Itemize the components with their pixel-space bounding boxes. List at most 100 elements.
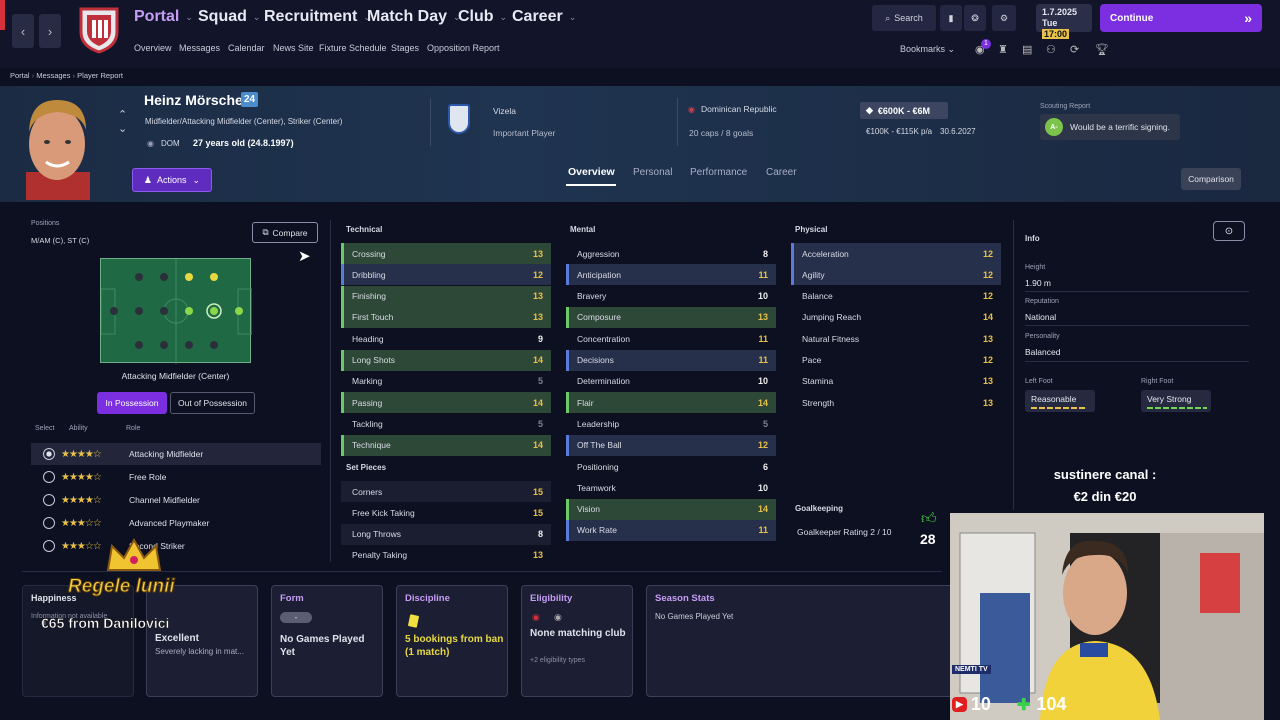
bookmark-toggle-button[interactable]: ▮ — [940, 5, 962, 31]
club-badge[interactable] — [448, 104, 470, 134]
role-radio[interactable] — [43, 517, 55, 529]
attribute-row-composure[interactable]: Composure 13 — [566, 306, 776, 328]
bookmarks-dropdown[interactable]: Bookmarks ⌄ — [900, 44, 955, 55]
submenu-overview[interactable]: Overview — [134, 43, 172, 53]
attribute-row-heading[interactable]: Heading 9 — [341, 328, 551, 349]
role-radio[interactable] — [43, 540, 55, 552]
attribute-row-work-rate[interactable]: Work Rate 11 — [566, 519, 776, 541]
attribute-row-jumping-reach[interactable]: Jumping Reach 14 — [791, 307, 1001, 328]
submenu-opposition-report[interactable]: Opposition Report — [427, 43, 500, 53]
submenu-stages[interactable]: Stages — [391, 43, 419, 53]
eligibility-panel[interactable]: Eligibility ◉ ◉ None matching club +2 el… — [521, 585, 633, 697]
form-panel[interactable]: Form - No Games Played Yet — [271, 585, 383, 697]
attribute-row-tackling[interactable]: Tackling 5 — [341, 413, 551, 434]
forward-button[interactable]: › — [39, 14, 61, 48]
clipboard-icon[interactable]: ▤ — [1022, 43, 1032, 56]
tactics-icon[interactable]: ⚇ — [1046, 43, 1056, 56]
role-radio[interactable] — [43, 471, 55, 483]
attribute-row-off-the-ball[interactable]: Off The Ball 12 — [566, 434, 776, 456]
tab-overview[interactable]: Overview — [568, 166, 615, 178]
attribute-row-passing[interactable]: Passing 14 — [341, 392, 551, 414]
attribute-row-balance[interactable]: Balance 12 — [791, 286, 1001, 307]
submenu-messages[interactable]: Messages — [179, 43, 220, 53]
season-stats-panel[interactable]: Season Stats No Games Played Yet — [646, 585, 956, 697]
attribute-row-concentration[interactable]: Concentration 11 — [566, 328, 776, 349]
attribute-row-first-touch[interactable]: First Touch 13 — [341, 306, 551, 328]
attribute-row-decisions[interactable]: Decisions 11 — [566, 349, 776, 371]
back-button[interactable]: ‹ — [12, 14, 34, 48]
breadcrumb-portal[interactable]: Portal — [10, 71, 30, 80]
attribute-row-finishing[interactable]: Finishing 13 — [341, 285, 551, 307]
attribute-row-teamwork[interactable]: Teamwork 10 — [566, 477, 776, 498]
attribute-row-vision[interactable]: Vision 14 — [566, 498, 776, 520]
tab-personal[interactable]: Personal — [633, 167, 672, 178]
menu-match-day[interactable]: Match Day ⌄ — [367, 8, 461, 26]
attribute-row-penalty-taking[interactable]: Penalty Taking 13 — [341, 545, 551, 566]
info-settings-button[interactable]: ⊙ — [1213, 221, 1245, 241]
attribute-row-stamina[interactable]: Stamina 13 — [791, 371, 1001, 392]
refresh-icon[interactable]: ⟳ — [1070, 43, 1079, 56]
messages-icon-button[interactable]: ◉ 1 — [975, 39, 991, 56]
role-radio[interactable] — [43, 448, 55, 460]
menu-career[interactable]: Career ⌄ — [512, 8, 576, 26]
role-row[interactable]: ★★★★☆ Free Role — [31, 466, 321, 488]
actions-button[interactable]: ♟ Actions ⌄ — [132, 168, 212, 192]
attribute-row-natural-fitness[interactable]: Natural Fitness 13 — [791, 328, 1001, 349]
attribute-row-long-throws[interactable]: Long Throws 8 — [341, 523, 551, 545]
search-button[interactable]: ⌕ Search — [872, 5, 936, 31]
role-row[interactable]: ★★★★☆ Channel Midfielder — [31, 489, 321, 511]
role-row[interactable]: ★★★☆☆ Advanced Playmaker — [31, 512, 321, 534]
role-row[interactable]: ★★★★☆ Attacking Midfielder — [31, 443, 321, 465]
attribute-row-strength[interactable]: Strength 13 — [791, 392, 1001, 413]
attribute-row-positioning[interactable]: Positioning 6 — [566, 456, 776, 477]
key-attribute-marker — [341, 306, 344, 328]
brain-button[interactable]: ❂ — [964, 5, 986, 31]
tab-performance[interactable]: Performance — [690, 167, 747, 178]
attribute-row-marking[interactable]: Marking 5 — [341, 371, 551, 392]
trophy-room-icon[interactable]: ♜ — [998, 43, 1008, 56]
attribute-row-leadership[interactable]: Leadership 5 — [566, 413, 776, 434]
attribute-row-pace[interactable]: Pace 12 — [791, 350, 1001, 371]
trophy-icon[interactable]: 🏆︎ — [1095, 43, 1109, 56]
attribute-row-long-shots[interactable]: Long Shots 14 — [341, 349, 551, 371]
continue-button[interactable]: Continue » — [1100, 4, 1262, 32]
submenu-fixture-schedule[interactable]: Fixture Schedule — [319, 43, 387, 53]
attribute-row-determination[interactable]: Determination 10 — [566, 371, 776, 392]
attribute-row-flair[interactable]: Flair 14 — [566, 392, 776, 414]
player-nationality[interactable]: Dominican Republic — [701, 104, 777, 114]
menu-portal[interactable]: Portal ⌄ — [134, 8, 193, 26]
menu-recruitment[interactable]: Recruitment ⌄ — [264, 8, 371, 26]
role-radio[interactable] — [43, 494, 55, 506]
player-club[interactable]: Vizela — [493, 106, 516, 116]
breadcrumb-messages[interactable]: Messages — [36, 71, 70, 80]
attribute-row-anticipation[interactable]: Anticipation 11 — [566, 264, 776, 286]
attribute-row-dribbling[interactable]: Dribbling 12 — [341, 264, 551, 286]
attribute-row-acceleration[interactable]: Acceleration 12 — [791, 243, 1001, 264]
previous-player-arrow[interactable]: ⌃ — [118, 108, 127, 121]
left-foot-badge: Reasonable — [1025, 390, 1095, 412]
menu-squad[interactable]: Squad ⌄ — [198, 8, 260, 26]
next-player-arrow[interactable]: ⌄ — [118, 122, 127, 135]
discipline-panel[interactable]: Discipline 5 bookings from ban (1 match) — [396, 585, 508, 697]
attribute-row-technique[interactable]: Technique 14 — [341, 434, 551, 456]
settings-button[interactable]: ⚙ — [992, 5, 1016, 31]
scouting-report-card[interactable]: A- Would be a terrific signing. — [1040, 114, 1180, 140]
tab-career[interactable]: Career — [766, 167, 797, 178]
attribute-row-aggression[interactable]: Aggression 8 — [566, 243, 776, 264]
attribute-row-agility[interactable]: Agility 12 — [791, 264, 1001, 286]
attribute-row-bravery[interactable]: Bravery 10 — [566, 286, 776, 307]
position-pitch[interactable] — [100, 258, 253, 364]
compare-button[interactable]: ⧉ Compare — [252, 222, 318, 243]
submenu-news-site[interactable]: News Site — [273, 43, 314, 53]
in-possession-button[interactable]: In Possession — [97, 392, 167, 414]
out-of-possession-button[interactable]: Out of Possession — [170, 392, 255, 414]
attribute-row-crossing[interactable]: Crossing 13 — [341, 243, 551, 264]
menu-club[interactable]: Club ⌄ — [458, 8, 507, 26]
attribute-value: 13 — [982, 333, 993, 344]
club-crest-logo[interactable] — [78, 6, 120, 54]
comparison-button[interactable]: Comparison — [1181, 168, 1241, 190]
attribute-row-free-kick-taking[interactable]: Free Kick Taking 15 — [341, 502, 551, 523]
attribute-row-corners[interactable]: Corners 15 — [341, 481, 551, 502]
person-icon: ♟ — [143, 174, 152, 185]
submenu-calendar[interactable]: Calendar — [228, 43, 265, 53]
